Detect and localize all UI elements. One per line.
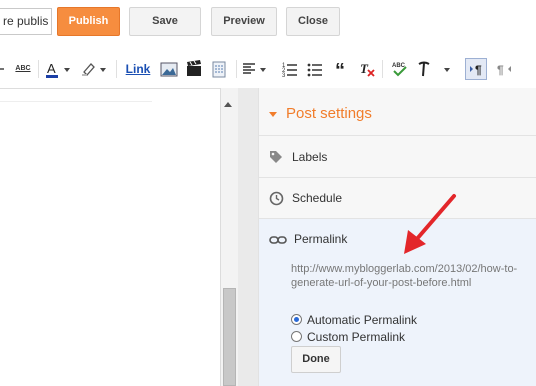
top-action-bar: re publis Publish Save Preview Close — [0, 0, 536, 44]
link-icon — [269, 233, 287, 251]
clear-formatting-icon[interactable]: T — [358, 58, 376, 80]
svg-text:3: 3 — [282, 73, 286, 79]
spellcheck-icon[interactable]: ABC — [390, 58, 410, 80]
toolbar-divider — [236, 60, 237, 78]
post-settings-header[interactable]: Post settings — [259, 88, 536, 136]
link-button[interactable]: Link — [124, 58, 152, 80]
tag-icon — [269, 150, 283, 169]
editor-scrollbar[interactable] — [220, 88, 238, 386]
dropdown-arrow-icon[interactable] — [442, 58, 452, 80]
jump-break-icon[interactable] — [210, 58, 228, 80]
clock-icon — [269, 191, 284, 211]
blogger-post-editor: re publis Publish Save Preview Close ABC… — [0, 0, 536, 386]
automatic-permalink-option[interactable]: Automatic Permalink — [291, 312, 417, 328]
dropdown-arrow-icon[interactable] — [258, 58, 268, 80]
svg-text:A: A — [47, 61, 56, 76]
font-color-icon[interactable]: A — [44, 58, 60, 80]
permalink-title: Permalink — [294, 232, 348, 246]
custom-permalink-radio[interactable] — [291, 331, 302, 343]
done-button[interactable]: Done — [291, 346, 341, 373]
svg-text:¶: ¶ — [497, 63, 504, 77]
numbered-list-icon[interactable]: 123 — [282, 58, 298, 80]
toolbar-divider — [382, 60, 383, 78]
image-icon[interactable] — [159, 58, 179, 80]
automatic-permalink-label: Automatic Permalink — [307, 313, 418, 327]
annotation-arrow-icon — [396, 192, 460, 263]
scroll-up-arrow-icon[interactable] — [224, 102, 232, 107]
toolbar-divider — [38, 60, 39, 78]
post-title-input[interactable]: re publis — [0, 8, 52, 35]
custom-permalink-option[interactable]: Custom Permalink — [291, 329, 405, 345]
highlight-icon[interactable] — [80, 58, 96, 80]
editor-divider — [0, 101, 152, 102]
permalink-url: http://www.mybloggerlab.com/2013/02/how-… — [291, 263, 518, 289]
automatic-permalink-radio[interactable] — [291, 314, 302, 326]
strikethrough-icon[interactable] — [0, 58, 6, 80]
sidebar-gutter — [238, 88, 258, 386]
collapse-arrow-icon — [269, 112, 277, 117]
publish-button[interactable]: Publish — [57, 7, 120, 36]
bulleted-list-icon[interactable] — [307, 58, 323, 80]
formatting-toolbar: ABC A Link 123 “ T ABC ¶ ¶ — [0, 52, 536, 86]
rtl-icon[interactable]: ¶ — [494, 58, 516, 80]
dropdown-arrow-icon[interactable] — [62, 58, 72, 80]
toolbar-divider — [116, 60, 117, 78]
save-button[interactable]: Save — [129, 7, 201, 36]
sidebar-item-labels[interactable]: Labels — [259, 137, 536, 178]
dropdown-arrow-icon[interactable] — [98, 58, 108, 80]
close-button[interactable]: Close — [286, 7, 340, 36]
quote-icon[interactable]: “ — [332, 58, 348, 82]
sidebar-item-label: Schedule — [292, 191, 343, 205]
svg-text:T: T — [360, 61, 369, 76]
sidebar-item-label: Labels — [292, 150, 328, 164]
svg-text:¶: ¶ — [475, 63, 482, 77]
ltr-icon[interactable]: ¶ — [465, 58, 487, 80]
preview-button[interactable]: Preview — [211, 7, 277, 36]
post-settings-title: Post settings — [286, 105, 372, 122]
scrollbar-thumb[interactable] — [223, 288, 236, 386]
video-icon[interactable] — [185, 58, 203, 80]
spellcheck-button[interactable]: ABC — [12, 58, 34, 80]
post-body-editor[interactable] — [0, 88, 220, 386]
custom-permalink-label: Custom Permalink — [307, 330, 406, 344]
input-tools-icon[interactable] — [417, 58, 431, 80]
align-icon[interactable] — [242, 58, 256, 80]
